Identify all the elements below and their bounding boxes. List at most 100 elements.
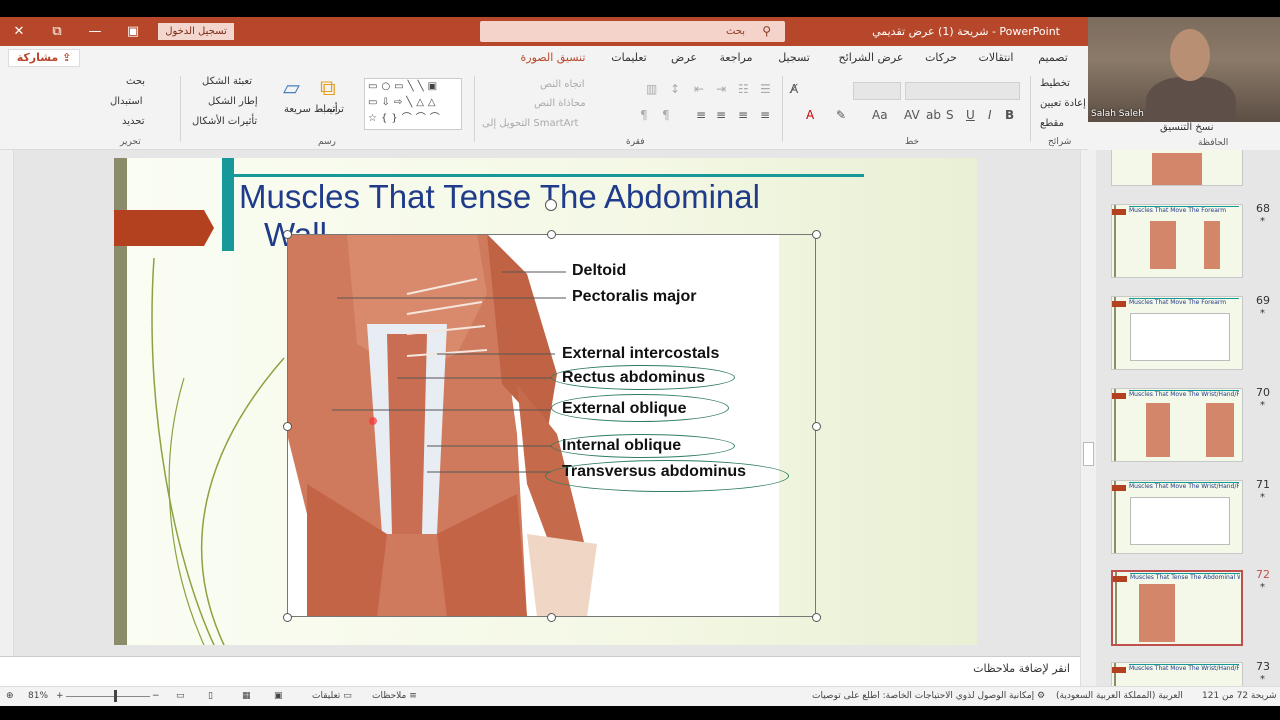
bold-icon[interactable]: B xyxy=(1005,108,1014,122)
minimize-button[interactable]: — xyxy=(76,17,114,46)
tab-design[interactable]: تصميم xyxy=(1025,46,1081,70)
section-button[interactable]: مقطع xyxy=(1040,118,1064,129)
arrange-icon[interactable]: ⧉ xyxy=(320,76,336,101)
line-spacing-icon[interactable]: ↕ xyxy=(670,82,680,96)
thumb-bar xyxy=(1114,389,1116,461)
thumbnail-69[interactable]: Muscles That Move The Forearm xyxy=(1111,296,1243,370)
ltr-icon[interactable]: ¶ xyxy=(640,108,648,122)
text-direction-button[interactable]: اتجاه النص xyxy=(540,79,585,90)
tab-picture-format[interactable]: تنسيق الصورة xyxy=(510,46,596,70)
resize-handle-tl[interactable] xyxy=(283,230,292,239)
resize-handle-l[interactable] xyxy=(283,422,292,431)
zoom-slider[interactable] xyxy=(66,696,150,697)
align-left-icon[interactable]: ≡ xyxy=(716,108,726,122)
thumbnail-71[interactable]: Muscles That Move The Wrist/Hand/Fingers xyxy=(1111,480,1243,554)
resize-handle-bl[interactable] xyxy=(283,613,292,622)
notes-button[interactable]: ملاحظات ≡ xyxy=(372,691,417,701)
thumbnail-72[interactable]: Muscles That Tense The Abdominal Wall xyxy=(1111,570,1243,646)
char-spacing-icon[interactable]: AV xyxy=(904,108,920,122)
tab-review[interactable]: مراجعة xyxy=(710,46,762,70)
share-button[interactable]: مشاركة ⇪ xyxy=(8,49,80,67)
rotate-handle-icon[interactable] xyxy=(545,199,557,211)
italic-icon[interactable]: I xyxy=(988,108,992,122)
numbering-icon[interactable]: ☷ xyxy=(738,82,749,96)
notes-pane[interactable]: انقر لإضافة ملاحظات xyxy=(0,656,1080,686)
tab-help[interactable]: تعليمات xyxy=(604,46,654,70)
strikethrough-icon[interactable]: ab xyxy=(926,108,941,122)
quick-styles-label[interactable]: أنماط سريعة xyxy=(284,104,338,115)
font-size-box[interactable] xyxy=(853,82,901,100)
tab-record[interactable]: تسجيل xyxy=(770,46,818,70)
close-button[interactable]: ✕ xyxy=(0,17,38,46)
shape-fill-button[interactable]: تعبئة الشكل xyxy=(202,76,252,87)
thumbnail-70[interactable]: Muscles That Move The Wrist/Hand/Fingers xyxy=(1111,388,1243,462)
replace-button[interactable]: استبدال xyxy=(110,96,143,107)
shape-outline-button[interactable]: إطار الشكل xyxy=(208,96,258,107)
rtl-icon[interactable]: ¶ xyxy=(662,108,670,122)
search-input[interactable]: بحث ⚲ xyxy=(480,21,785,42)
zoom-in-icon[interactable]: − xyxy=(152,691,160,701)
outdent-icon[interactable]: ⇤ xyxy=(694,82,704,96)
comments-button[interactable]: تعليقات ▭ xyxy=(312,691,352,701)
resize-handle-r[interactable] xyxy=(812,422,821,431)
columns-icon[interactable]: ▥ xyxy=(646,82,657,96)
tab-animations[interactable]: حركات xyxy=(916,46,966,70)
thumbnail-73[interactable]: Muscles That Move The Wrist/Hand/Fingers xyxy=(1111,662,1243,686)
slide-vertical-scrollbar[interactable] xyxy=(1080,150,1096,686)
shadow-icon[interactable]: S xyxy=(946,108,954,122)
justify-icon[interactable]: ≡ xyxy=(696,108,706,122)
tab-slideshow[interactable]: عرض الشرائح xyxy=(830,46,912,70)
slideshow-view-icon[interactable]: ▭ xyxy=(176,691,185,701)
resize-handle-t[interactable] xyxy=(547,230,556,239)
tab-transitions[interactable]: انتقالات xyxy=(968,46,1024,70)
normal-view-icon[interactable]: ▣ xyxy=(274,691,283,701)
font-color-icon[interactable]: A xyxy=(806,108,814,122)
thumbnail-title: Muscles That Move The Forearm xyxy=(1129,298,1239,308)
find-button[interactable]: بحث xyxy=(126,76,145,87)
sign-in-button[interactable]: تسجيل الدخول xyxy=(158,23,234,40)
highlight-icon[interactable]: ✎ xyxy=(836,108,846,122)
language-status[interactable]: العربية (المملكة العربية السعودية) xyxy=(1056,691,1183,701)
bullets-icon[interactable]: ☰ xyxy=(760,82,771,96)
layout-button[interactable]: تخطيط xyxy=(1040,78,1070,89)
thumbnail-67[interactable] xyxy=(1111,150,1243,186)
align-center-icon[interactable]: ≡ xyxy=(738,108,748,122)
left-scroll-strip[interactable] xyxy=(0,150,14,686)
thumbnail-title: Muscles That Tense The Abdominal Wall xyxy=(1130,573,1240,581)
zoom-out-icon[interactable]: + xyxy=(56,691,64,701)
format-painter-button[interactable]: نسخ التنسيق xyxy=(1160,122,1213,133)
thumbnail-68[interactable]: Muscles That Move The Forearm xyxy=(1111,204,1243,278)
font-name-box[interactable] xyxy=(905,82,1020,100)
app-title: شريحة (1) عرض تقديمي - PowerPoint xyxy=(872,25,1060,38)
accessibility-status[interactable]: إمكانية الوصول لذوي الاحتياجات الخاصة: ا… xyxy=(812,691,1045,701)
indent-icon[interactable]: ⇥ xyxy=(716,82,726,96)
thumbnail-image xyxy=(1150,221,1176,269)
fit-slide-icon[interactable]: ⊕ xyxy=(6,691,14,701)
reset-button[interactable]: إعادة تعيين xyxy=(1040,98,1086,109)
resize-handle-b[interactable] xyxy=(547,613,556,622)
tab-view[interactable]: عرض xyxy=(664,46,704,70)
slide-thumbnail-pane[interactable]: Muscles That Move The Forearm Muscles Th… xyxy=(1096,150,1280,686)
slide-sorter-icon[interactable]: ▦ xyxy=(242,691,251,701)
align-right-icon[interactable]: ≡ xyxy=(760,108,770,122)
bottom-black-band xyxy=(0,706,1280,720)
select-button[interactable]: تحديد xyxy=(122,116,145,127)
scrollbar-thumb[interactable] xyxy=(1083,442,1094,466)
shape-effects-button[interactable]: تأثيرات الأشكال xyxy=(192,116,257,127)
align-text-button[interactable]: محاذاة النص xyxy=(534,98,586,109)
quick-styles-icon[interactable]: ▱ xyxy=(283,76,300,101)
reading-view-icon[interactable]: ▯ xyxy=(208,691,213,701)
zoom-level[interactable]: 81% xyxy=(28,691,48,701)
underline-icon[interactable]: U xyxy=(966,108,975,122)
resize-handle-br[interactable] xyxy=(812,613,821,622)
font-group-label: خط xyxy=(905,137,920,147)
smartart-button[interactable]: التحويل إلى SmartArt xyxy=(482,118,578,129)
animation-star-icon: * xyxy=(1260,674,1265,685)
restore-button[interactable]: ⧉ xyxy=(38,17,76,46)
clear-format-icon[interactable]: A̸ xyxy=(790,82,798,96)
resize-handle-tr[interactable] xyxy=(812,230,821,239)
ribbon-display-options-button[interactable]: ▣ xyxy=(114,17,152,46)
shapes-gallery[interactable]: ▭○▭╲╲▣ ▭⇩⇨╲△△ ☆{}⌒⌒⌒ xyxy=(364,78,462,130)
change-case-icon[interactable]: Aa xyxy=(872,108,888,122)
zoom-slider-knob[interactable] xyxy=(114,690,117,702)
